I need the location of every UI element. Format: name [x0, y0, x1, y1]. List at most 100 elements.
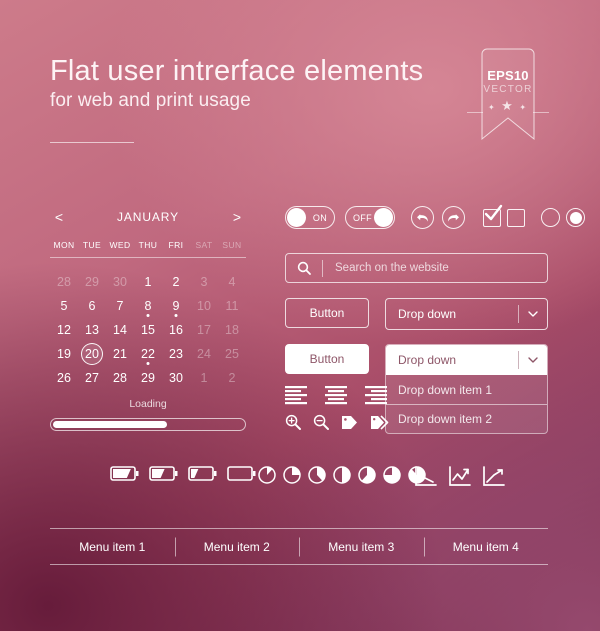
calendar-day[interactable]: 9: [162, 294, 190, 318]
battery-icon-85: [110, 466, 139, 481]
controls-row: ON OFF: [285, 204, 585, 229]
calendar-day[interactable]: 14: [106, 318, 134, 342]
calendar-day[interactable]: 30: [162, 366, 190, 390]
toggle-switch-off[interactable]: OFF: [345, 206, 395, 229]
battery-icon-0: [227, 466, 256, 481]
chart-rise-icon[interactable]: [483, 466, 505, 486]
search-icon: [286, 261, 322, 275]
align-left-icon[interactable]: [285, 386, 307, 406]
pie-progress-icon-12: [258, 466, 276, 484]
chart-icon-row: [415, 466, 505, 486]
pie-progress-icon-75: [383, 466, 401, 484]
chevron-down-icon[interactable]: [519, 357, 547, 363]
chart-zigzag-icon[interactable]: [449, 466, 471, 486]
calendar-day[interactable]: 28: [50, 270, 78, 294]
menu-item-2[interactable]: Menu item 2: [175, 540, 300, 554]
calendar-day[interactable]: 26: [50, 366, 78, 390]
align-right-icon[interactable]: [365, 386, 387, 406]
button-filled[interactable]: Button: [285, 344, 369, 374]
chevron-down-icon[interactable]: [519, 311, 547, 317]
menu-bottom-line: [50, 564, 548, 565]
search-input[interactable]: Search on the website: [323, 262, 449, 274]
page-subtitle: for web and print usage: [50, 90, 251, 112]
button-outline[interactable]: Button: [285, 298, 369, 328]
calendar-day[interactable]: 2: [162, 270, 190, 294]
calendar-day[interactable]: 25: [218, 342, 246, 366]
toggle-switch-on[interactable]: ON: [285, 206, 335, 229]
ribbon-vector-label: VECTOR: [483, 84, 533, 95]
calendar-prev-month-button[interactable]: <: [50, 209, 68, 225]
align-center-icon[interactable]: [325, 386, 347, 406]
calendar-day[interactable]: 10: [190, 294, 218, 318]
menu-item-3[interactable]: Menu item 3: [299, 540, 424, 554]
menu-item-4[interactable]: Menu item 4: [424, 540, 549, 554]
calendar-day[interactable]: 2: [218, 366, 246, 390]
dropdown-header[interactable]: Drop down: [386, 299, 547, 329]
calendar-day[interactable]: 27: [78, 366, 106, 390]
calendar-dayname: SUN: [222, 240, 242, 250]
calendar-day[interactable]: 17: [190, 318, 218, 342]
zoom-out-icon[interactable]: [313, 414, 329, 430]
dropdown-collapsed[interactable]: Drop down: [385, 298, 548, 330]
calendar-day[interactable]: 4: [218, 270, 246, 294]
calendar-day[interactable]: 19: [50, 342, 78, 366]
zoom-in-icon[interactable]: [285, 414, 301, 430]
dropdown-item[interactable]: Drop down item 1: [386, 375, 547, 404]
calendar-day[interactable]: 3: [190, 270, 218, 294]
menu-item-1[interactable]: Menu item 1: [50, 540, 175, 554]
dropdown-item[interactable]: Drop down item 2: [386, 404, 547, 433]
dropdown-header[interactable]: Drop down: [386, 345, 547, 375]
calendar-day[interactable]: 6: [78, 294, 106, 318]
calendar-day[interactable]: 11: [218, 294, 246, 318]
bottom-menu-bar[interactable]: Menu item 1 Menu item 2 Menu item 3 Menu…: [50, 528, 548, 565]
calendar-days-grid[interactable]: 28 29 30 1 2 3 4 5 6 7 8 9 10 11 12 13 14 15 16 17 18 19 20 21 2…: [50, 270, 246, 390]
calendar-day[interactable]: 18: [218, 318, 246, 342]
radio-button-unselected[interactable]: [541, 208, 560, 227]
ribbon-eps-label: EPS10: [487, 68, 529, 83]
calendar-divider: [50, 257, 246, 258]
calendar-day[interactable]: 8: [134, 294, 162, 318]
calendar-day-selected[interactable]: 20: [78, 342, 106, 366]
battery-icon-row: [110, 466, 256, 481]
dropdown-expanded[interactable]: Drop down Drop down item 1 Drop down ite…: [385, 344, 548, 434]
page-header: Flat user intrerface elements for web an…: [50, 55, 423, 144]
calendar-day[interactable]: 16: [162, 318, 190, 342]
calendar-day[interactable]: 1: [134, 270, 162, 294]
calendar-day[interactable]: 22: [134, 342, 162, 366]
pie-progress-row: [258, 466, 426, 484]
calendar-day[interactable]: 29: [78, 270, 106, 294]
calendar-day[interactable]: 28: [106, 366, 134, 390]
calendar-event-dot: [146, 314, 150, 317]
tool-icon-row: [285, 414, 389, 430]
calendar-day[interactable]: 5: [50, 294, 78, 318]
redo-button[interactable]: [442, 206, 465, 229]
calendar-dayname: SAT: [195, 240, 213, 250]
toggle-knob: [374, 208, 393, 227]
calendar-day[interactable]: 1: [190, 366, 218, 390]
calendar-next-month-button[interactable]: >: [228, 209, 246, 225]
calendar-day[interactable]: 24: [190, 342, 218, 366]
chart-decline-icon[interactable]: [415, 466, 437, 486]
calendar-day[interactable]: 7: [106, 294, 134, 318]
tag-icon[interactable]: [341, 415, 358, 430]
loading-label: Loading: [129, 398, 167, 410]
undo-button[interactable]: [411, 206, 434, 229]
calendar-day[interactable]: 12: [50, 318, 78, 342]
battery-icon-60: [149, 466, 178, 481]
calendar-day[interactable]: 13: [78, 318, 106, 342]
tags-icon[interactable]: [370, 414, 389, 430]
calendar-day[interactable]: 29: [134, 366, 162, 390]
radio-button-selected[interactable]: [566, 208, 585, 227]
calendar-day[interactable]: 21: [106, 342, 134, 366]
search-field[interactable]: Search on the website: [285, 253, 548, 283]
undo-arrow-icon: [417, 214, 428, 222]
calendar-widget[interactable]: < JANUARY > MON TUE WED THU FRI SAT SUN …: [50, 206, 246, 390]
calendar-day[interactable]: 15: [134, 318, 162, 342]
checkbox-checked[interactable]: [483, 204, 503, 227]
checkbox-unchecked[interactable]: [507, 208, 525, 227]
pie-progress-icon-38: [308, 466, 326, 484]
calendar-day[interactable]: 23: [162, 342, 190, 366]
calendar-day[interactable]: 30: [106, 270, 134, 294]
calendar-month-label: JANUARY: [116, 210, 180, 224]
calendar-dayname: MON: [53, 240, 75, 250]
